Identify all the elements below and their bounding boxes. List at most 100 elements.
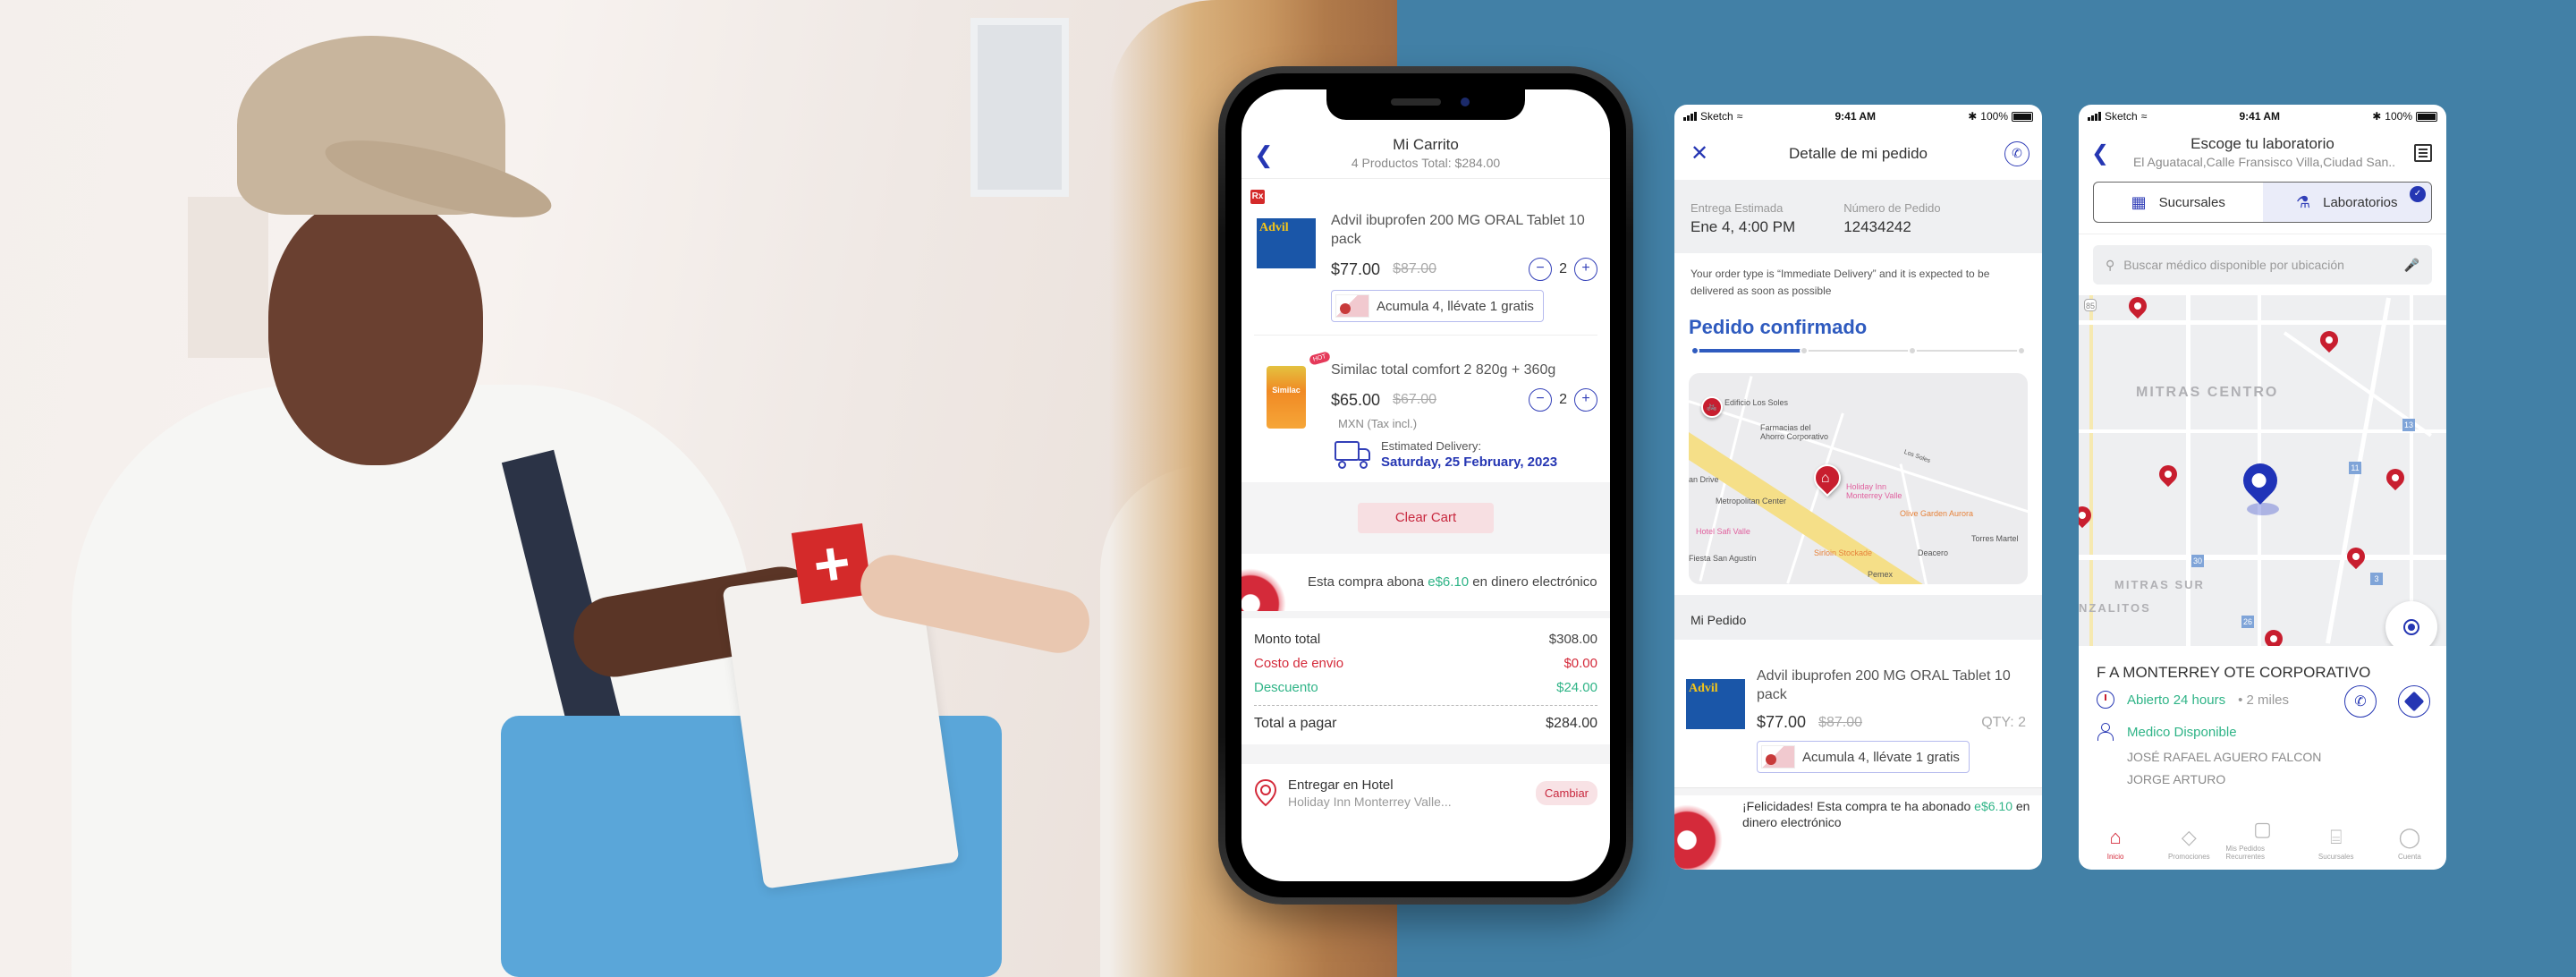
back-chevron-icon[interactable]: ❮	[1254, 143, 1274, 166]
product-old-price: $87.00	[1818, 714, 1862, 730]
close-icon[interactable]: ✕	[1690, 140, 1708, 166]
clear-cart-button[interactable]: Clear Cart	[1358, 503, 1494, 533]
lab-map[interactable]: MITRAS CENTRO MITRAS SUR NZALITOS 85 13 …	[2079, 295, 2446, 646]
summary-row-discount: Descuento $24.00	[1254, 675, 1597, 700]
promo-text: Acumula 4, llévate 1 gratis	[1802, 749, 1960, 765]
decrease-quantity-button[interactable]: −	[1529, 388, 1553, 412]
route-number: 26	[2241, 616, 2254, 628]
summary-label: Costo de envio	[1254, 656, 1344, 671]
promo-text: Acumula 4, llévate 1 gratis	[1377, 298, 1534, 314]
signal-icon	[1683, 112, 1697, 121]
product-price: $77.00	[1757, 713, 1807, 731]
route-number: 13	[2402, 419, 2415, 431]
cart-screen: ❮ Mi Carrito 4 Productos Total: $284.00 …	[1241, 89, 1610, 881]
ecash-banner: ¡Felicidades! Esta compra te ha abonado …	[1674, 788, 2042, 870]
nav-inicio[interactable]: ⌂ Inicio	[2079, 811, 2152, 870]
ecash-amount: e$6.10	[1428, 574, 1470, 590]
cart-item: Rx Advil Advil ibuprofen 200 MG ORAL Tab…	[1241, 179, 1610, 335]
signal-icon	[2088, 112, 2101, 121]
back-chevron-icon[interactable]: ❮	[2091, 140, 2109, 166]
product-old-price: $67.00	[1393, 392, 1436, 407]
status-bar: Sketch ≈ 9:41 AM ✱ 100%	[2079, 105, 2446, 128]
lab-finder-header: ❮ Escoge tu laboratorio El Aguatacal,Cal…	[2079, 128, 2446, 178]
doctor-search-field[interactable]: ⚲ Buscar médico disponible por ubicación…	[2093, 245, 2432, 285]
product-name[interactable]: Similac total comfort 2 820g + 360g	[1331, 361, 1597, 379]
map-poi: Pemex	[1868, 570, 1894, 579]
current-address[interactable]: El Aguatacal,Calle Fransisco Villa,Ciuda…	[2079, 155, 2446, 169]
change-address-button[interactable]: Cambiar	[1535, 780, 1597, 805]
progress-step-dot	[1690, 346, 1699, 355]
promo-badge[interactable]: Acumula 4, llévate 1 gratis	[1331, 290, 1544, 322]
background-window	[188, 197, 268, 358]
lab-finder-title: Escoge tu laboratorio	[2190, 135, 2334, 152]
store-details: F A MONTERREY OTE CORPORATIVO Abierto 24…	[2079, 646, 2446, 791]
status-bar: Sketch ≈ 9:41 AM ✱ 100%	[1674, 105, 2042, 128]
courier-bike-marker-icon[interactable]: 🚲	[1701, 396, 1723, 418]
current-location-halo	[2247, 503, 2279, 515]
doctor-icon	[2097, 723, 2114, 741]
battery-icon	[2012, 111, 2033, 122]
lab-marker-icon[interactable]	[2382, 464, 2409, 491]
hero-photo: +	[0, 0, 1397, 977]
cart-item: Similac HOT Similac total comfort 2 820g…	[1241, 336, 1610, 482]
summary-value: $0.00	[1563, 656, 1597, 671]
lab-marker-icon[interactable]	[2316, 327, 2343, 353]
map-poi: Edificio Los Soles	[1724, 398, 1789, 407]
lab-marker-icon[interactable]	[2124, 295, 2151, 319]
rx-badge-icon: Rx	[1250, 190, 1265, 204]
nav-cuenta[interactable]: ◯ Cuenta	[2373, 811, 2446, 870]
wifi-icon: ≈	[2140, 110, 2148, 123]
phone-icon[interactable]: ✆	[2004, 141, 2029, 166]
product-old-price: $87.00	[1393, 261, 1436, 276]
list-view-icon[interactable]	[2414, 144, 2432, 162]
order-number-label: Número de Pedido	[1843, 201, 1941, 215]
clear-cart-section: Clear Cart	[1241, 482, 1610, 554]
delivery-truck-icon	[1331, 439, 1372, 470]
order-detail-screen: Sketch ≈ 9:41 AM ✱ 100% ✕ Detalle de mi …	[1674, 105, 2042, 870]
nav-promociones[interactable]: ◇ Promociones	[2152, 811, 2225, 870]
product-image-advil: Advil	[1257, 218, 1316, 268]
summary-row-grand-total: Total a pagar $284.00	[1254, 711, 1597, 735]
call-store-button[interactable]: ✆	[2344, 685, 2377, 718]
delivery-map[interactable]: Edificio Los Soles Farmacias del Ahorro …	[1689, 373, 2028, 584]
delivery-man-head	[268, 197, 483, 465]
store-distance: 2 miles	[2246, 692, 2290, 708]
progress-step-dot	[1799, 346, 1809, 355]
route-number: 85	[2084, 299, 2097, 311]
map-poi: Holiday Inn Monterrey Valle	[1846, 482, 1902, 500]
nav-label: Mis Pedidos Recurrentes	[2225, 845, 2265, 861]
increase-quantity-button[interactable]: +	[1574, 388, 1597, 412]
map-area-label: NZALITOS	[2079, 601, 2151, 615]
decrease-quantity-button[interactable]: −	[1529, 258, 1553, 281]
product-image-advil: Advil	[1686, 679, 1745, 729]
quantity-value: 2	[1559, 392, 1567, 407]
locate-me-button[interactable]	[2385, 601, 2437, 646]
product-price: $65.00	[1331, 390, 1381, 409]
summary-row-shipping: Costo de envio $0.00	[1254, 651, 1597, 675]
tab-sucursales[interactable]: ▦ Sucursales	[2094, 183, 2263, 222]
ecash-banner: Esta compra abona e$6.10 en dinero elect…	[1241, 554, 1610, 611]
eta-value: Ene 4, 4:00 PM	[1690, 218, 1796, 235]
microphone-icon[interactable]: 🎤	[2404, 258, 2419, 273]
lab-marker-icon[interactable]	[2260, 625, 2287, 646]
tab-laboratorios[interactable]: ⚗ Laboratorios	[2262, 183, 2431, 222]
order-number-value: 12434242	[1843, 218, 1911, 235]
bottom-navigation: ⌂ Inicio ◇ Promociones ▢ Mis Pedidos Rec…	[2079, 811, 2446, 870]
home-destination-marker-icon[interactable]: ⌂	[1808, 458, 1847, 497]
delivery-address: Holiday Inn Monterrey Valle...	[1288, 794, 1452, 809]
carrier: Sketch	[1700, 110, 1733, 123]
product-name[interactable]: Advil ibuprofen 200 MG ORAL Tablet 10 pa…	[1757, 667, 2026, 704]
directions-button[interactable]	[2398, 685, 2430, 718]
nav-sucursales[interactable]: ⌸ Sucursales	[2300, 811, 2373, 870]
increase-quantity-button[interactable]: +	[1574, 258, 1597, 281]
doctor-status: Medico Disponible	[2127, 724, 2237, 740]
map-area-label: MITRAS CENTRO	[2136, 385, 2279, 400]
nav-recurrent-orders[interactable]: ▢ Mis Pedidos Recurrentes	[2225, 811, 2299, 870]
summary-label: Descuento	[1254, 680, 1318, 695]
product-name[interactable]: Advil ibuprofen 200 MG ORAL Tablet 10 pa…	[1331, 211, 1597, 249]
promo-badge[interactable]: Acumula 4, llévate 1 gratis	[1757, 741, 1970, 773]
receipt-edge	[1241, 744, 1610, 764]
lab-marker-icon[interactable]	[2155, 461, 2182, 488]
lab-marker-icon[interactable]	[2343, 543, 2369, 570]
ecash-prefix: ¡Felicidades! Esta compra te ha abonado	[1742, 799, 1975, 813]
